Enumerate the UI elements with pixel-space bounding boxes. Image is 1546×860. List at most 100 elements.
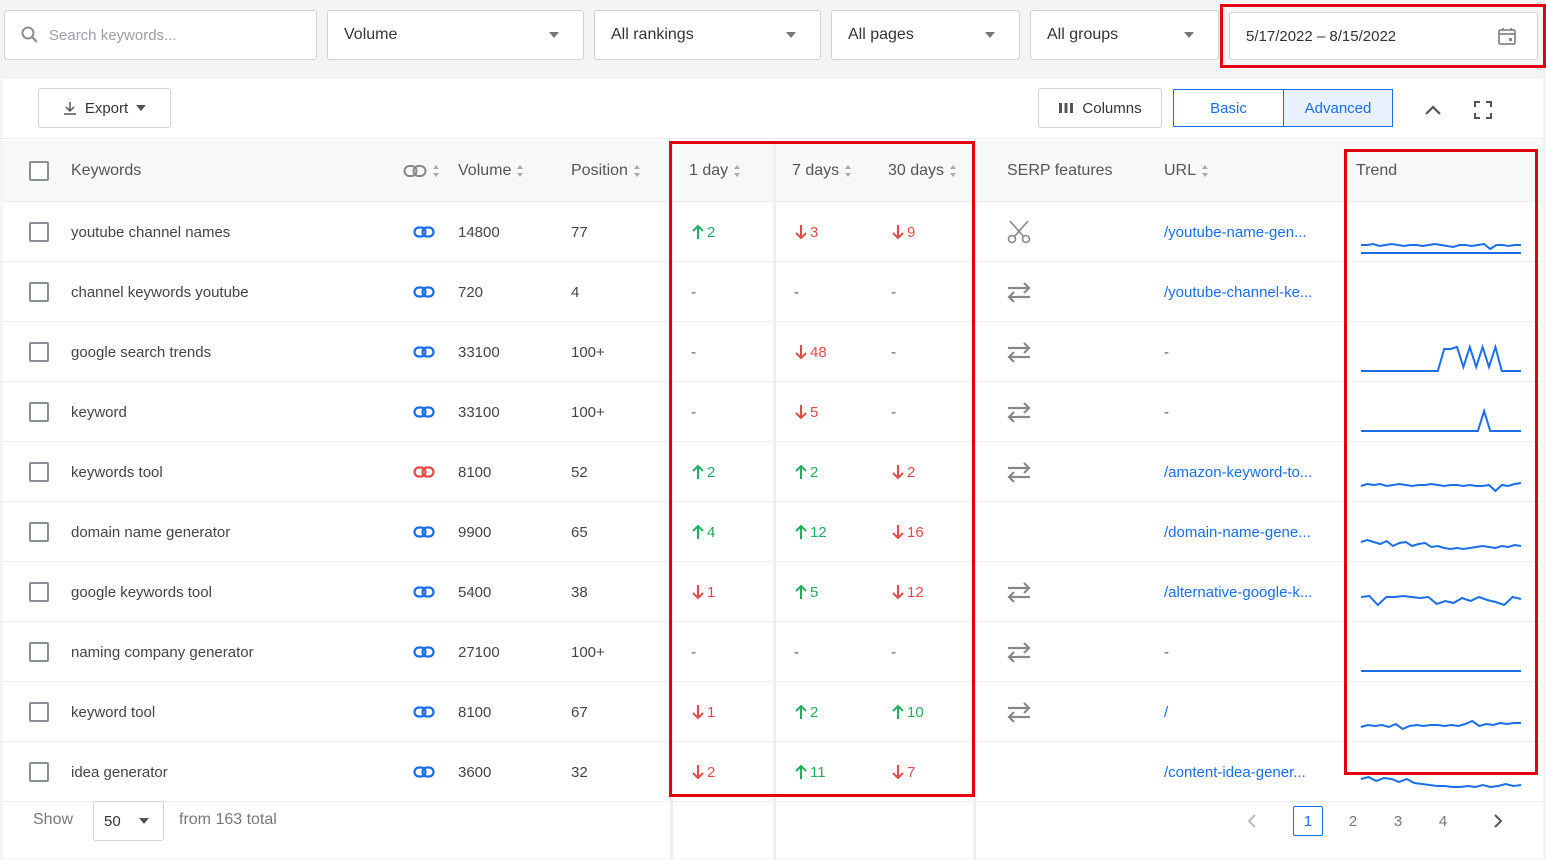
link-icon[interactable] — [413, 322, 435, 382]
url-link[interactable]: /youtube-channel-ke... — [1164, 284, 1312, 301]
change-30days-cell: 10 — [891, 682, 924, 742]
col-7days[interactable]: 7 days — [792, 140, 852, 202]
url-link[interactable]: / — [1164, 704, 1168, 721]
row-checkbox[interactable] — [29, 382, 49, 442]
per-page-value: 50 — [104, 812, 121, 830]
link-icon[interactable] — [413, 562, 435, 622]
swap-icon — [1007, 582, 1031, 603]
url-link[interactable]: /alternative-google-k... — [1164, 584, 1312, 601]
export-button[interactable]: Export — [38, 88, 171, 128]
chevron-down-icon — [786, 32, 796, 38]
serp-cell — [1006, 202, 1032, 262]
change-value: - — [691, 343, 696, 361]
arrow-up-icon — [795, 464, 807, 479]
url-link[interactable]: /amazon-keyword-to... — [1164, 464, 1312, 481]
keyword-cell[interactable]: keyword tool — [71, 682, 391, 742]
url-link[interactable]: /domain-name-gene... — [1164, 524, 1311, 541]
page-4-button[interactable]: 4 — [1428, 806, 1458, 836]
link-icon[interactable] — [413, 382, 435, 442]
select-all-checkbox[interactable] — [29, 140, 49, 202]
url-link[interactable]: /youtube-name-gen... — [1164, 224, 1307, 241]
url-cell[interactable]: /youtube-channel-ke... — [1164, 262, 1344, 322]
page-2-button[interactable]: 2 — [1338, 806, 1368, 836]
position-cell: 32 — [571, 763, 588, 781]
change-30days-cell: - — [891, 382, 896, 442]
search-input[interactable]: Search keywords... — [4, 10, 317, 60]
col-volume[interactable]: Volume — [458, 140, 524, 202]
arrow-down-icon — [892, 525, 904, 540]
per-page-select[interactable]: 50 — [93, 801, 164, 841]
row-checkbox[interactable] — [29, 562, 49, 622]
row-checkbox[interactable] — [29, 502, 49, 562]
date-range-picker[interactable]: 5/17/2022 – 8/15/2022 — [1229, 12, 1538, 60]
position-cell: 100+ — [571, 643, 605, 661]
col-link-sort[interactable] — [403, 140, 440, 202]
keyword-cell[interactable]: idea generator — [71, 742, 391, 802]
row-checkbox[interactable] — [29, 322, 49, 382]
url-cell[interactable]: /domain-name-gene... — [1164, 502, 1344, 562]
url-cell[interactable]: / — [1164, 682, 1344, 742]
basic-view-button[interactable]: Basic — [1174, 90, 1283, 126]
columns-button[interactable]: Columns — [1038, 88, 1162, 128]
row-checkbox[interactable] — [29, 202, 49, 262]
col-url[interactable]: URL — [1164, 140, 1209, 202]
columns-icon — [1059, 103, 1074, 113]
keyword-cell[interactable]: google keywords tool — [71, 562, 391, 622]
url-link[interactable]: /content-idea-gener... — [1164, 764, 1306, 781]
change-value: 12 — [810, 523, 827, 541]
row-checkbox[interactable] — [29, 442, 49, 502]
keyword-cell[interactable]: channel keywords youtube — [71, 262, 391, 322]
col-position[interactable]: Position — [571, 140, 641, 202]
keyword-cell[interactable]: youtube channel names — [71, 202, 391, 262]
url-cell[interactable]: /youtube-name-gen... — [1164, 202, 1344, 262]
arrow-up-icon — [692, 524, 704, 539]
keyword-cell[interactable]: google search trends — [71, 322, 391, 382]
keyword-cell[interactable]: naming company generator — [71, 622, 391, 682]
trend-sparkline — [1360, 594, 1522, 607]
row-checkbox[interactable] — [29, 622, 49, 682]
pages-select[interactable]: All pages — [831, 10, 1020, 60]
swap-icon — [1007, 342, 1031, 363]
page-3-button[interactable]: 3 — [1383, 806, 1413, 836]
row-checkbox[interactable] — [29, 262, 49, 322]
volume-select[interactable]: Volume — [327, 10, 584, 60]
fullscreen-icon[interactable] — [1473, 100, 1493, 120]
trend-cell — [1359, 562, 1527, 622]
url-cell[interactable]: /content-idea-gener... — [1164, 742, 1344, 802]
keyword-cell[interactable]: keywords tool — [71, 442, 391, 502]
change-30days-cell: 16 — [891, 502, 924, 562]
change-value: 11 — [810, 763, 826, 781]
keyword-cell[interactable]: domain name generator — [71, 502, 391, 562]
trend-cell — [1359, 382, 1527, 442]
page-1-button[interactable]: 1 — [1293, 806, 1323, 836]
change-7days-cell: 12 — [794, 502, 827, 562]
change-value: 2 — [707, 463, 716, 481]
change-30days-cell: 7 — [891, 742, 915, 802]
row-checkbox[interactable] — [29, 682, 49, 742]
trend-line — [1360, 482, 1522, 493]
volume-cell: 9900 — [458, 523, 492, 541]
link-icon[interactable] — [413, 682, 435, 742]
keywords-panel: Export Columns Basic Advanced Keywords V… — [3, 79, 1543, 860]
arrow-down-icon — [892, 585, 904, 600]
link-icon[interactable] — [413, 742, 435, 802]
url-cell[interactable]: /alternative-google-k... — [1164, 562, 1344, 622]
link-icon[interactable] — [413, 262, 435, 322]
search-icon — [21, 26, 38, 43]
keyword-cell[interactable]: keyword — [71, 382, 391, 442]
link-icon[interactable] — [413, 622, 435, 682]
next-page-icon[interactable] — [1492, 813, 1504, 829]
volume-cell: 8100 — [458, 703, 492, 721]
collapse-icon[interactable] — [1424, 104, 1442, 116]
advanced-view-button[interactable]: Advanced — [1283, 90, 1392, 126]
link-icon[interactable] — [413, 442, 435, 502]
col-30days[interactable]: 30 days — [888, 140, 957, 202]
rankings-select[interactable]: All rankings — [594, 10, 821, 60]
link-icon[interactable] — [413, 502, 435, 562]
row-checkbox[interactable] — [29, 742, 49, 802]
prev-page-icon[interactable] — [1246, 813, 1258, 829]
url-cell[interactable]: /amazon-keyword-to... — [1164, 442, 1344, 502]
groups-select[interactable]: All groups — [1030, 10, 1219, 60]
col-1day[interactable]: 1 day — [689, 140, 741, 202]
link-icon[interactable] — [413, 202, 435, 262]
